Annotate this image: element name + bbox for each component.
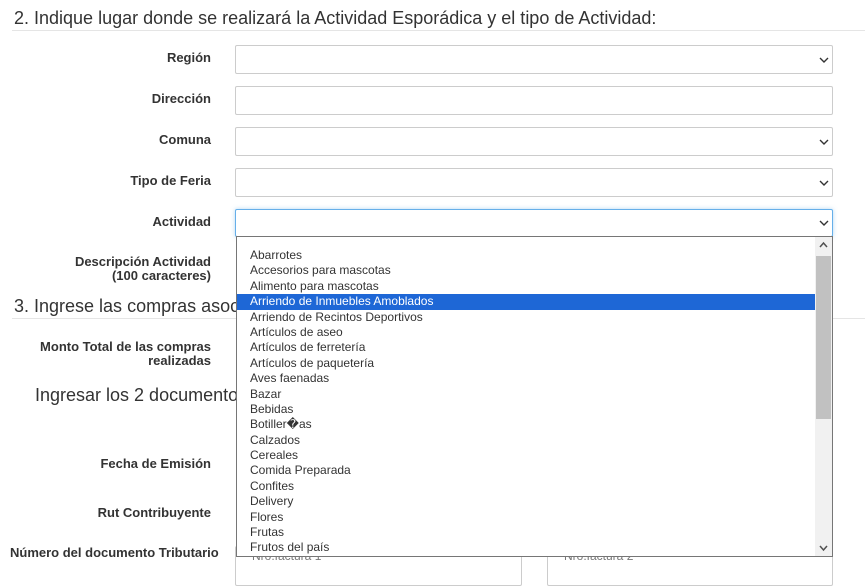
- chevron-down-icon: [819, 55, 829, 65]
- comuna-select[interactable]: [235, 127, 833, 156]
- chevron-down-icon: [819, 178, 829, 188]
- monto-total-label-line2: realizadas: [148, 353, 211, 368]
- dropdown-option[interactable]: Frutas: [237, 525, 815, 540]
- dropdown-option[interactable]: Accesorios para mascotas: [237, 263, 815, 278]
- triangle-up-icon[interactable]: [815, 237, 832, 254]
- section-3-title: 3. Ingrese las compras asoci: [14, 296, 244, 316]
- dropdown-option[interactable]: Calzados: [237, 433, 815, 448]
- dropdown-option[interactable]: Flores: [237, 510, 815, 525]
- chevron-down-icon: [819, 218, 829, 228]
- dropdown-scrollbar[interactable]: [815, 237, 832, 556]
- dropdown-option[interactable]: Artículos de aseo: [237, 325, 815, 340]
- dropdown-option[interactable]: Bazar: [237, 387, 815, 402]
- dropdown-option[interactable]: Comida Preparada: [237, 463, 815, 478]
- comuna-label: Comuna: [159, 132, 211, 147]
- actividad-label: Actividad: [152, 214, 211, 229]
- dropdown-option[interactable]: Artículos de paquetería: [237, 356, 815, 371]
- dropdown-option[interactable]: Confites: [237, 479, 815, 494]
- dropdown-option[interactable]: Cereales: [237, 448, 815, 463]
- dropdown-option[interactable]: Frutos del país: [237, 540, 815, 555]
- region-label: Región: [166, 50, 211, 65]
- scrollbar-thumb[interactable]: [816, 256, 831, 419]
- dropdown-option[interactable]: Abarrotes: [237, 248, 815, 263]
- numero-documento-label: Número del documento Tributario: [10, 545, 219, 560]
- actividad-select[interactable]: [235, 209, 833, 237]
- rut-contribuyente-label: Rut Contribuyente: [97, 505, 211, 520]
- direccion-input[interactable]: [235, 86, 833, 115]
- actividad-options: Abarrotes Accesorios para mascotas Aliment…: [237, 248, 815, 556]
- dropdown-option[interactable]: Delivery: [237, 494, 815, 509]
- chevron-down-icon: [819, 137, 829, 147]
- dropdown-option[interactable]: Botiller�as: [237, 417, 815, 432]
- tipo-feria-label: Tipo de Feria: [130, 173, 211, 188]
- ingresar-documentos-title: Ingresar los 2 documento: [35, 385, 239, 405]
- dropdown-option[interactable]: Bebidas: [237, 402, 815, 417]
- triangle-down-icon[interactable]: [815, 539, 832, 556]
- descripcion-label: Descripción Actividad (100 caracteres): [75, 255, 211, 283]
- region-select[interactable]: [235, 45, 833, 74]
- monto-total-label-line1: Monto Total de las compras: [40, 339, 211, 354]
- dropdown-option[interactable]: Aves faenadas: [237, 371, 815, 386]
- fecha-emision-label: Fecha de Emisión: [100, 456, 211, 471]
- dropdown-option[interactable]: Arriendo de Recintos Deportivos: [237, 310, 815, 325]
- dropdown-option[interactable]: Arriendo de Inmuebles Amoblados: [237, 294, 815, 310]
- dropdown-option[interactable]: Alimento para mascotas: [237, 279, 815, 294]
- actividad-dropdown-list[interactable]: Abarrotes Accesorios para mascotas Aliment…: [236, 236, 833, 557]
- descripcion-label-line1: Descripción Actividad: [74, 254, 211, 269]
- dropdown-option[interactable]: Artículos de ferretería: [237, 340, 815, 355]
- section-2-divider: [12, 30, 865, 31]
- monto-total-label: Monto Total de las compras realizadas: [40, 340, 211, 368]
- tipo-feria-select[interactable]: [235, 168, 833, 197]
- descripcion-label-line2: (100 caracteres): [111, 268, 211, 283]
- direccion-label: Dirección: [151, 91, 211, 106]
- section-2-title: 2. Indique lugar donde se realizará la A…: [14, 8, 657, 28]
